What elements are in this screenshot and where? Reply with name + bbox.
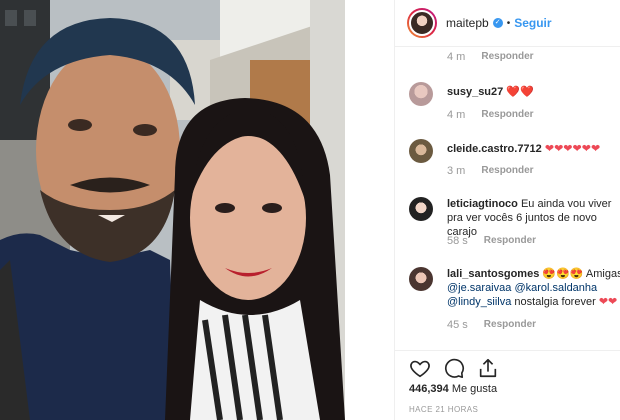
likes-label: Me gusta xyxy=(451,383,498,395)
comment-text: ❤️❤️ xyxy=(506,86,534,98)
commenter-avatar[interactable] xyxy=(409,267,433,291)
comment-meta: 45 s Responder xyxy=(447,319,536,331)
likes-count[interactable]: 446,394 Me gusta xyxy=(409,383,497,395)
reply-button[interactable]: Responder xyxy=(481,165,533,177)
comment-text: nostalgia forever xyxy=(514,296,596,308)
comment-time: 4 m xyxy=(447,51,466,63)
commenter-avatar[interactable] xyxy=(409,139,433,163)
commenter-avatar[interactable] xyxy=(409,82,433,106)
comment-text: ❤❤ xyxy=(598,296,618,308)
commenter-username[interactable]: leticiagtinoco xyxy=(447,198,518,210)
commenter-username[interactable]: cleide.castro.7712 xyxy=(447,143,542,155)
comment-mention[interactable]: @lindy_siilva xyxy=(447,296,511,308)
comment-text: 😍😍😍 Amigas xyxy=(542,268,620,280)
verified-badge-icon: ✓ xyxy=(492,18,503,28)
post-timestamp[interactable]: HACE 21 HORAS xyxy=(409,405,478,414)
comment-item: lali_santosgomes 😍😍😍 Amigas @je.saraivaa… xyxy=(409,267,620,309)
author-username[interactable]: maitepb xyxy=(446,16,489,30)
reply-button[interactable]: Responder xyxy=(481,109,533,121)
comment-time: 58 s xyxy=(447,235,468,247)
comment-item: leticiagtinoco Eu ainda vou viver pra ve… xyxy=(409,197,620,239)
comment-icon[interactable] xyxy=(443,357,465,379)
comment-item: cleide.castro.7712 ❤❤❤❤❤❤ xyxy=(409,139,620,163)
comment-time: 45 s xyxy=(447,319,468,331)
commenter-username[interactable]: lali_santosgomes xyxy=(447,268,539,280)
comment-mention[interactable]: @karol.saldanha xyxy=(514,282,597,294)
reply-button[interactable]: Responder xyxy=(481,51,533,63)
follow-button[interactable]: Seguir xyxy=(514,16,551,30)
reply-button[interactable]: Responder xyxy=(484,235,536,247)
post-actions: 446,394 Me gusta HACE 21 HORAS xyxy=(395,350,620,420)
post-photo[interactable] xyxy=(0,0,345,420)
comments-list[interactable]: 4 m Responder susy_su27 ❤️❤️ 4 m Respond… xyxy=(395,47,620,347)
comment-time: 3 m xyxy=(447,165,466,177)
share-icon[interactable] xyxy=(477,357,499,379)
photo-side-gap xyxy=(345,0,394,420)
comment-time: 4 m xyxy=(447,109,466,121)
comment-text: ❤❤❤❤❤❤ xyxy=(544,143,601,155)
header-separator: • xyxy=(506,17,511,29)
heart-icon[interactable] xyxy=(409,357,431,379)
commenter-username[interactable]: susy_su27 xyxy=(447,86,503,98)
commenter-avatar[interactable] xyxy=(409,197,433,221)
comment-meta: 4 m Responder xyxy=(447,109,534,121)
comment-meta: 3 m Responder xyxy=(447,165,534,177)
reply-button[interactable]: Responder xyxy=(484,319,536,331)
comment-meta: 58 s Responder xyxy=(447,235,536,247)
post-header: maitepb ✓ • Seguir xyxy=(395,0,620,47)
comment-meta: 4 m Responder xyxy=(447,51,534,63)
comment-mention[interactable]: @je.saraivaa xyxy=(447,282,511,294)
post-sidebar: maitepb ✓ • Seguir 4 m Responder susy_su… xyxy=(394,0,620,420)
comment-item: susy_su27 ❤️❤️ xyxy=(409,82,620,106)
author-avatar[interactable] xyxy=(407,8,437,38)
selfie-image xyxy=(0,0,345,420)
likes-number: 446,394 xyxy=(409,383,449,395)
